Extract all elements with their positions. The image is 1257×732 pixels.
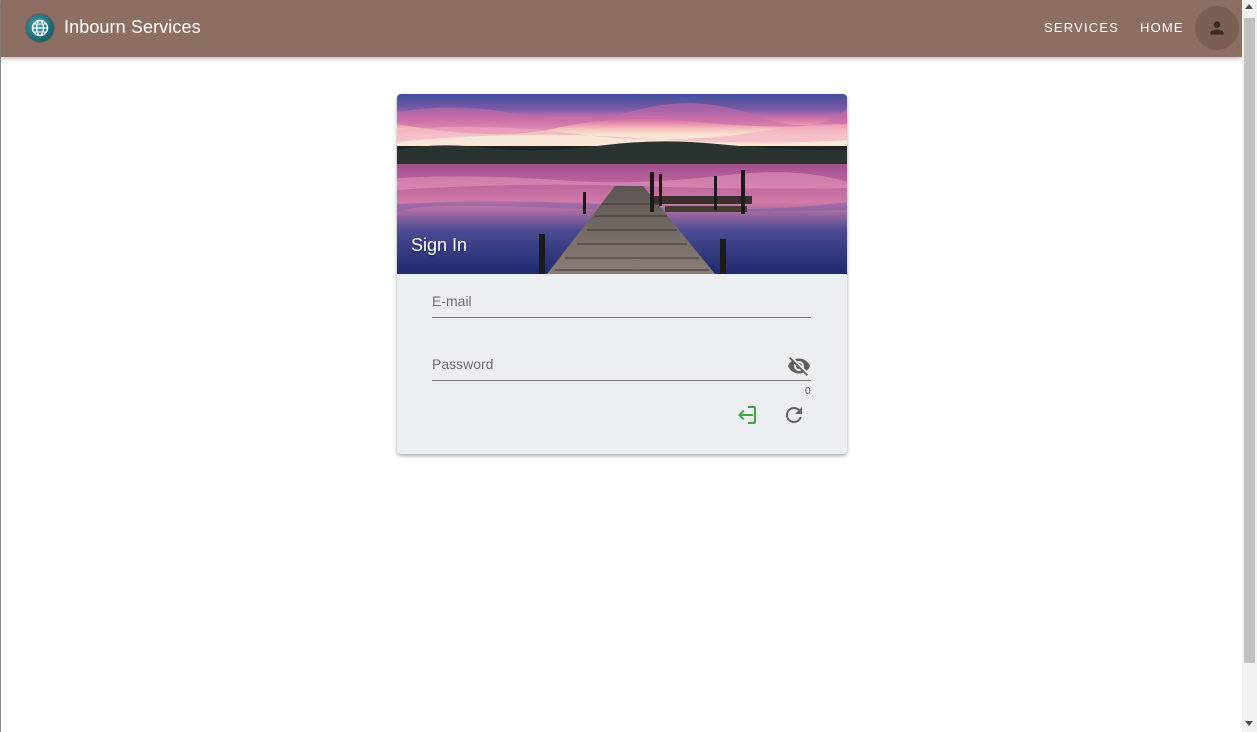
login-icon[interactable] <box>735 403 759 427</box>
page-scrollbar[interactable] <box>1242 0 1257 732</box>
person-icon <box>1210 21 1224 35</box>
nav-home-button[interactable]: HOME <box>1140 20 1184 35</box>
email-field[interactable]: E-mail <box>432 293 472 309</box>
account-button[interactable] <box>1195 6 1239 50</box>
scroll-thumb[interactable] <box>1244 18 1255 663</box>
visibility-off-icon[interactable] <box>787 354 811 378</box>
nav-services-button[interactable]: SERVICES <box>1044 20 1119 35</box>
scroll-up-arrow[interactable] <box>1245 4 1253 9</box>
app-title: Inbourn Services <box>64 17 201 37</box>
page-border <box>0 0 1 732</box>
password-underline <box>432 380 811 381</box>
signin-title: Sign In <box>411 235 468 255</box>
email-underline <box>432 317 811 318</box>
globe-icon[interactable] <box>26 14 54 42</box>
password-char-counter: 0 <box>805 386 811 397</box>
scroll-down-arrow[interactable] <box>1245 721 1253 726</box>
app-bar: Inbourn Services SERVICES HOME <box>1 0 1242 57</box>
signin-card: Sign In E-mail Password 0 <box>397 94 847 454</box>
password-field[interactable]: Password <box>432 356 493 372</box>
refresh-icon[interactable] <box>782 403 806 427</box>
